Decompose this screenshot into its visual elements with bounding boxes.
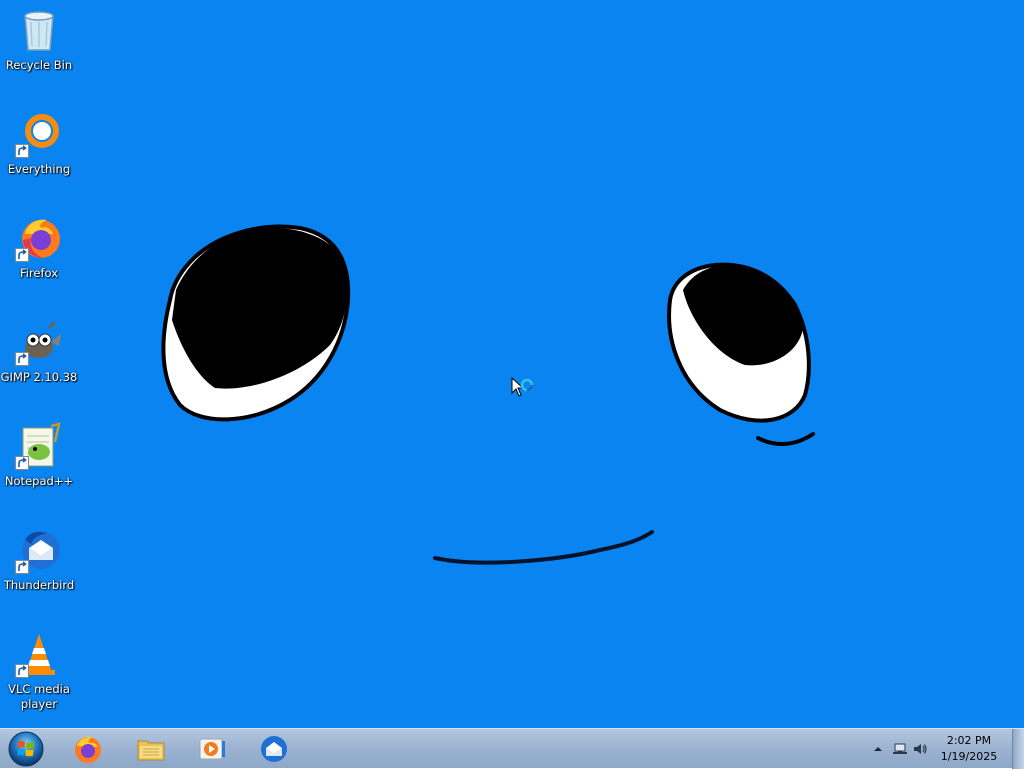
desktop[interactable]: Recycle Bin Everything Firefox GIMP 2.10… — [0, 0, 1024, 728]
volume-icon[interactable] — [912, 741, 928, 757]
desktop-icon-label: Recycle Bin — [5, 58, 73, 72]
desktop-icon-label: GIMP 2.10.38 — [0, 370, 78, 384]
everything-icon — [15, 110, 63, 158]
wallpaper-mouth — [433, 530, 654, 565]
taskbar-explorer-button[interactable] — [123, 731, 179, 767]
desktop-icon-label: VLC media player — [8, 682, 70, 711]
desktop-icon-thunderbird[interactable]: Thunderbird — [0, 526, 78, 593]
network-icon[interactable] — [892, 741, 908, 757]
firefox-icon — [75, 736, 101, 763]
chevron-up-icon[interactable] — [870, 741, 886, 757]
thunderbird-icon — [261, 736, 287, 762]
desktop-icon-everything[interactable]: Everything — [0, 110, 78, 177]
wallpaper-left-eye — [161, 224, 351, 422]
vlc-icon — [15, 630, 63, 678]
gimp-icon — [15, 318, 63, 366]
folder-icon — [137, 740, 165, 761]
clock-time: 2:02 PM — [946, 734, 992, 747]
notepad-plus-plus-icon — [15, 422, 63, 470]
shortcut-arrow-icon — [15, 352, 29, 366]
start-button[interactable] — [6, 731, 46, 767]
desktop-icon-label: Thunderbird — [3, 578, 75, 592]
shortcut-arrow-icon — [15, 664, 29, 678]
firefox-icon — [15, 214, 63, 262]
shortcut-arrow-icon — [15, 144, 29, 158]
taskbar-firefox-button[interactable] — [60, 731, 116, 767]
clock-date: 1/19/2025 — [940, 750, 998, 763]
desktop-icon-label: Firefox — [19, 266, 59, 280]
thunderbird-icon — [15, 526, 63, 574]
shortcut-arrow-icon — [15, 560, 29, 574]
desktop-icon-notepad-plus-plus[interactable]: Notepad++ — [0, 422, 78, 489]
wallpaper-face — [161, 224, 815, 565]
media-player-icon — [199, 738, 225, 760]
recycle-bin-icon — [15, 6, 63, 54]
busy-cursor-icon — [511, 377, 534, 397]
taskbar-thunderbird-button[interactable] — [246, 731, 302, 767]
show-desktop-button[interactable] — [1012, 729, 1024, 769]
desktop-icon-firefox[interactable]: Firefox — [0, 214, 78, 281]
taskbar-media-player-button[interactable] — [184, 731, 240, 767]
shortcut-arrow-icon — [15, 456, 29, 470]
windows-orb-icon — [8, 731, 44, 767]
clock[interactable]: 2:02 PM 1/19/2025 — [934, 733, 1004, 765]
desktop-icon-label: Notepad++ — [4, 474, 74, 488]
desktop-icon-recycle-bin[interactable]: Recycle Bin — [0, 6, 78, 73]
shortcut-arrow-icon — [15, 248, 29, 262]
taskbar: 2:02 PM 1/19/2025 — [0, 728, 1024, 769]
wallpaper-right-eye — [667, 262, 815, 446]
desktop-icon-vlc[interactable]: VLC media player — [0, 630, 78, 712]
desktop-icon-label: Everything — [7, 162, 71, 176]
desktop-icon-gimp[interactable]: GIMP 2.10.38 — [0, 318, 78, 385]
system-tray: 2:02 PM 1/19/2025 — [864, 729, 1024, 769]
